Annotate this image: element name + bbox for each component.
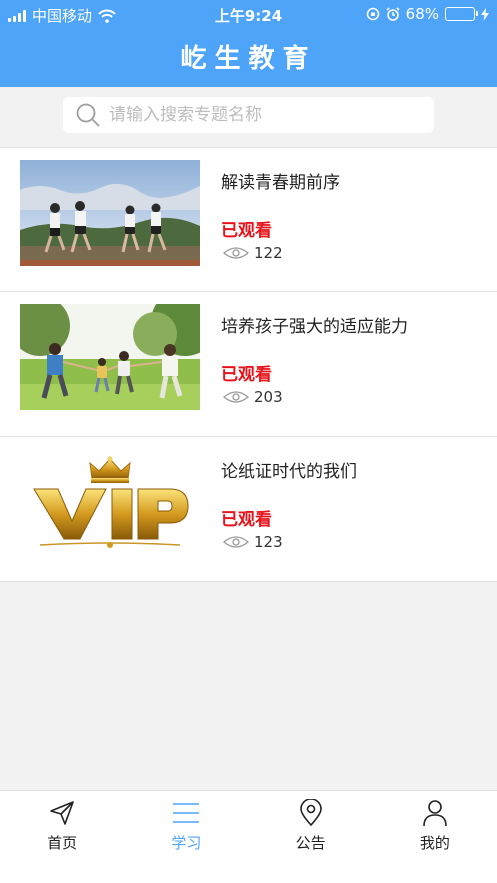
tab-notice[interactable]: 公告 [249, 791, 373, 883]
location-pin-icon [299, 799, 322, 827]
view-count: 123 [223, 533, 283, 551]
alarm-icon [386, 7, 400, 21]
eye-icon [223, 536, 249, 548]
bottom-tab-bar: 首页 学习 公告 我的 [0, 790, 497, 883]
tab-study[interactable]: 学习 [124, 791, 248, 883]
topic-title: 培养孩子强大的适应能力 [221, 317, 408, 337]
tab-label: 公告 [295, 834, 326, 852]
tab-label: 首页 [47, 834, 78, 852]
topic-thumbnail [20, 449, 200, 555]
topic-title: 论纸证时代的我们 [221, 462, 357, 482]
menu-icon [173, 803, 200, 823]
tab-label: 我的 [419, 834, 450, 852]
status-bar: 中国移动 上午9:24 68% [0, 0, 497, 28]
eye-icon [223, 247, 249, 259]
tab-label: 学习 [171, 834, 202, 852]
charging-icon [481, 7, 489, 21]
topic-thumbnail [20, 160, 200, 266]
view-count: 122 [223, 244, 283, 262]
search-area [0, 87, 497, 147]
search-bar[interactable] [63, 97, 434, 133]
eye-icon [223, 391, 249, 403]
watched-status: 已观看 [221, 221, 272, 241]
topic-item[interactable]: 论纸证时代的我们 已观看 123 [0, 437, 497, 582]
app-header: 中国移动 上午9:24 68% 屹生教育 [0, 0, 497, 87]
send-icon [50, 801, 74, 825]
view-count-value: 203 [254, 388, 283, 406]
user-icon [423, 800, 447, 827]
topic-item[interactable]: 解读青春期前序 已观看 122 [0, 147, 497, 292]
watched-status: 已观看 [221, 510, 272, 530]
search-icon [76, 103, 100, 127]
topic-title: 解读青春期前序 [221, 173, 340, 193]
kids-running-photo [20, 160, 200, 266]
view-count: 203 [223, 388, 283, 406]
tab-mine[interactable]: 我的 [373, 791, 497, 883]
vip-crown-logo [20, 449, 200, 555]
search-input[interactable] [109, 105, 429, 125]
topic-thumbnail [20, 304, 200, 410]
watched-status: 已观看 [221, 365, 272, 385]
app-title: 屹生教育 [180, 44, 317, 74]
family-park-photo [20, 304, 200, 410]
battery-icon [445, 7, 478, 21]
orientation-lock-icon [366, 7, 379, 21]
topic-item[interactable]: 培养孩子强大的适应能力 已观看 203 [0, 292, 497, 437]
view-count-value: 123 [254, 533, 283, 551]
view-count-value: 122 [254, 244, 283, 262]
topic-list: 解读青春期前序 已观看 122 培养孩子强大的适应能力 已观看 203 论纸证时… [0, 147, 497, 582]
tab-home[interactable]: 首页 [0, 791, 124, 883]
battery-percent: 68% [405, 5, 439, 23]
